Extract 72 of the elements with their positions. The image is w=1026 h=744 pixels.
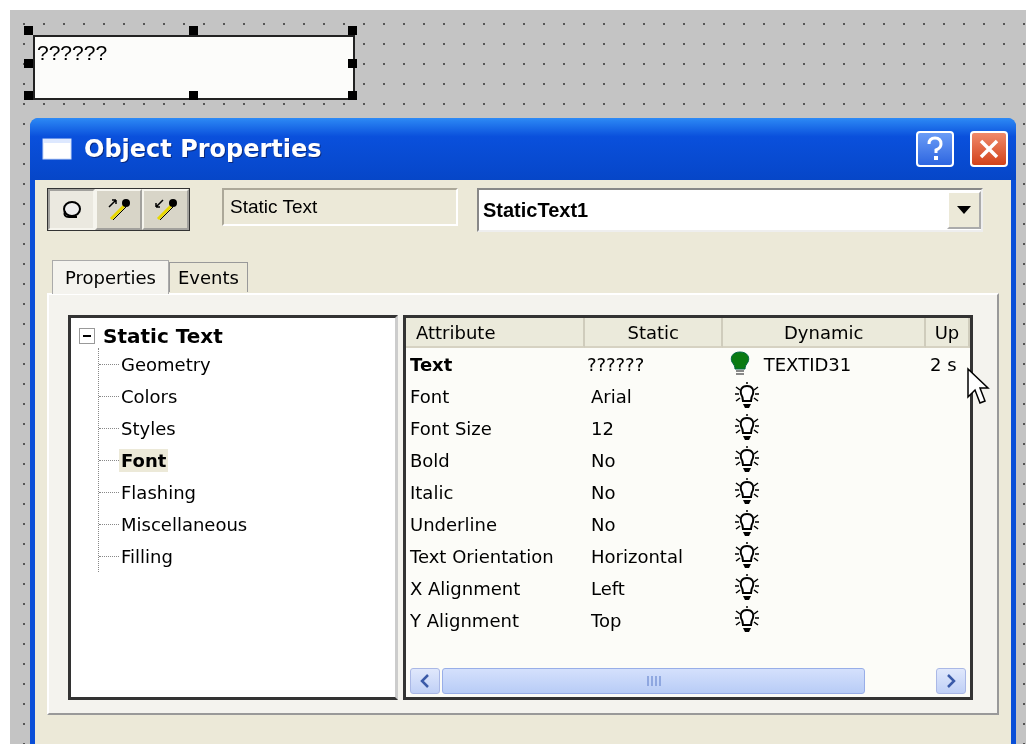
scrollbar-thumb[interactable]	[442, 668, 866, 694]
table-cell-text: No	[590, 481, 617, 503]
table-cell-text: Text	[409, 353, 454, 375]
bulb-icon[interactable]	[733, 605, 761, 635]
table-cell-text: Underline	[409, 513, 498, 535]
resize-handle[interactable]	[24, 26, 33, 35]
table-cell-text: Top	[590, 609, 623, 631]
tree-item[interactable]: Colors	[119, 384, 180, 408]
tree-item[interactable]: Flashing	[119, 480, 198, 504]
bulb-icon[interactable]	[733, 413, 761, 443]
table-cell-text: Arial	[590, 385, 633, 407]
help-button[interactable]	[916, 131, 954, 167]
question-icon	[925, 136, 945, 162]
table-cell-text: No	[590, 513, 617, 535]
static-text-object[interactable]: ??????	[33, 35, 355, 100]
pipette-icon	[152, 196, 179, 223]
column-header[interactable]: Dynamic	[723, 318, 926, 348]
resize-handle[interactable]	[348, 59, 357, 68]
object-name-combo[interactable]: StaticText1	[477, 188, 983, 232]
column-header[interactable]: Static	[585, 318, 724, 348]
toolbar-button[interactable]	[95, 189, 142, 230]
resize-handle[interactable]	[348, 26, 357, 35]
table-cell-text: 12	[590, 417, 615, 439]
tree-item[interactable]: Miscellaneous	[119, 512, 250, 536]
table-cell-text: TEXTID31	[762, 353, 852, 375]
tab[interactable]: Events	[168, 262, 248, 292]
bulb-icon[interactable]	[733, 509, 761, 539]
resize-handle[interactable]	[189, 91, 198, 100]
table-cell-text: No	[590, 449, 617, 471]
table-cell-text: Italic	[409, 481, 455, 503]
table-cell-text: Text Orientation	[409, 545, 555, 567]
dropdown-button[interactable]	[947, 191, 981, 229]
chevron-left-icon	[420, 674, 430, 688]
tree-item[interactable]: Geometry	[119, 352, 213, 376]
table-cell-text: Y Alignment	[409, 609, 520, 631]
bulb-icon[interactable]	[733, 477, 761, 507]
column-header[interactable]: Up	[926, 318, 970, 348]
object-text: ??????	[37, 41, 108, 64]
caret-icon	[957, 206, 971, 214]
resize-handle[interactable]	[348, 91, 357, 100]
close-button[interactable]	[970, 131, 1008, 167]
table-cell-text: 2 s	[929, 353, 958, 375]
toolbar-button[interactable]	[142, 189, 189, 230]
table-cell-text: X Alignment	[409, 577, 522, 599]
scroll-right-button[interactable]	[936, 668, 966, 694]
close-icon	[979, 139, 999, 159]
toolbar-button[interactable]	[48, 189, 95, 230]
bulb-icon[interactable]	[733, 445, 761, 475]
tab[interactable]: Properties	[52, 260, 169, 294]
tree-item[interactable]: Styles	[119, 416, 178, 440]
tree-item[interactable]: Static Text	[103, 324, 223, 348]
tree-item[interactable]: Font	[119, 448, 169, 472]
resize-handle[interactable]	[24, 91, 33, 100]
window-icon	[42, 138, 72, 160]
table-cell-text: Bold	[409, 449, 451, 471]
table-cell-text: Font Size	[409, 417, 493, 439]
object-type-field: Static Text	[222, 188, 458, 226]
bulb-icon[interactable]	[733, 573, 761, 603]
bulb-icon[interactable]	[733, 541, 761, 571]
resize-handle[interactable]	[24, 59, 33, 68]
scroll-left-button[interactable]	[410, 668, 440, 694]
table-cell-text: Left	[590, 577, 626, 599]
window-title: Object Properties	[84, 135, 323, 163]
column-header[interactable]: Attribute	[406, 318, 585, 348]
table-cell-text: Font	[409, 385, 451, 407]
bulb-icon[interactable]	[733, 381, 761, 411]
grip-icon	[645, 676, 662, 686]
chevron-right-icon	[946, 674, 956, 688]
table-cell-text: Horizontal	[590, 545, 684, 567]
resize-handle[interactable]	[189, 26, 198, 35]
table-cell-text: ??????	[585, 353, 646, 375]
tree-item[interactable]: Filling	[119, 544, 175, 568]
